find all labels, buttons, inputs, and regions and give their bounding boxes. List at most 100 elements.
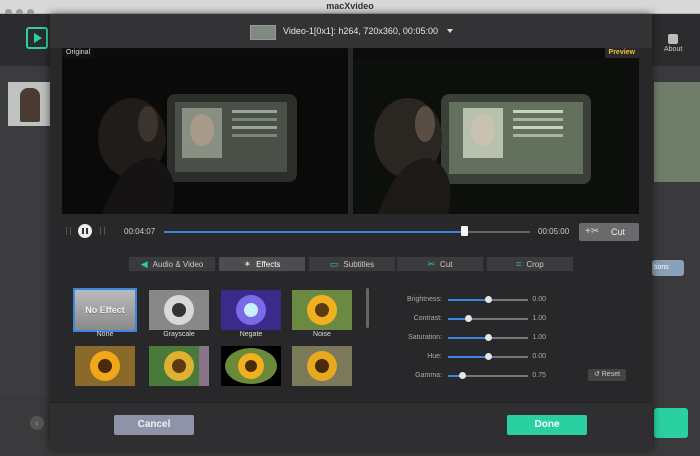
preview-video-frame bbox=[353, 58, 639, 214]
about-button[interactable]: About bbox=[664, 34, 682, 53]
tab-audio-video[interactable]: ◀ Audio & Video bbox=[128, 256, 216, 272]
end-time: 00:05:00 bbox=[538, 227, 570, 236]
slider-handle[interactable] bbox=[485, 353, 492, 360]
contrast-slider[interactable] bbox=[448, 315, 528, 322]
slider-fill bbox=[448, 299, 488, 301]
tab-label: Audio & Video bbox=[152, 260, 204, 269]
slider-handle[interactable] bbox=[485, 334, 492, 341]
original-preview: Original bbox=[62, 48, 348, 214]
saturation-row: Saturation: 1.00 bbox=[380, 332, 640, 344]
brightness-row: Brightness: 0.00 bbox=[380, 294, 640, 306]
effect-none[interactable]: No Effect None bbox=[73, 288, 137, 338]
reset-label: Reset bbox=[601, 371, 621, 378]
back-arrow-icon[interactable]: ‹ bbox=[30, 416, 44, 430]
edit-dialog: Video-1[0x1]: h264, 720x360, 00:05:00 Or… bbox=[50, 14, 652, 451]
app-logo-icon bbox=[26, 27, 48, 49]
saturation-slider[interactable] bbox=[448, 334, 528, 341]
cut-button-label: Cut bbox=[611, 227, 626, 237]
frame-tick bbox=[70, 227, 71, 235]
done-button[interactable]: Done bbox=[507, 415, 587, 435]
cancel-button[interactable]: Cancel bbox=[114, 415, 194, 435]
effect-grayscale[interactable]: Grayscale bbox=[149, 290, 209, 338]
sunflower-thumbnail bbox=[292, 346, 352, 386]
slider-handle[interactable] bbox=[485, 296, 492, 303]
effect-negate[interactable]: Negate bbox=[221, 290, 281, 338]
effect-noise[interactable]: Noise bbox=[292, 290, 352, 338]
effect-label: Noise bbox=[313, 331, 331, 338]
effect-thumbnail[interactable] bbox=[149, 346, 209, 386]
negate-thumbnail bbox=[221, 290, 281, 330]
gamma-value: 0.75 bbox=[532, 372, 546, 379]
reset-icon: ↺ bbox=[593, 371, 602, 378]
effect-thumbnail[interactable] bbox=[221, 346, 281, 386]
tab-crop[interactable]: ⌗ Crop bbox=[486, 256, 574, 272]
scissors-icon: ✂ bbox=[427, 259, 436, 269]
slider-fill bbox=[448, 356, 488, 358]
seek-slider[interactable] bbox=[164, 226, 530, 236]
subtitle-icon: ▭ bbox=[329, 259, 339, 269]
window-titlebar: macXvideo bbox=[0, 0, 700, 16]
brightness-slider[interactable] bbox=[448, 296, 528, 303]
processed-preview: Preview bbox=[353, 48, 639, 214]
original-label: Original bbox=[62, 48, 95, 58]
tab-subtitles[interactable]: ▭ Subtitles bbox=[308, 256, 396, 272]
video-selector[interactable]: Video-1[0x1]: h264, 720x360, 00:05:00 bbox=[50, 14, 652, 48]
effects-scrollbar[interactable] bbox=[366, 288, 369, 328]
chevron-down-icon[interactable] bbox=[447, 29, 453, 33]
video-title: Video-1[0x1]: h264, 720x360, 00:05:00 bbox=[283, 26, 438, 36]
crop-icon: ⌗ bbox=[516, 259, 522, 269]
seek-progress bbox=[164, 231, 465, 233]
frame-tick bbox=[66, 227, 67, 235]
cut-button[interactable]: +✂ Cut bbox=[579, 223, 639, 241]
contrast-value: 1.00 bbox=[532, 315, 546, 322]
sunflower-thumbnail bbox=[149, 346, 209, 386]
original-video-frame bbox=[62, 58, 348, 214]
gamma-slider[interactable] bbox=[448, 372, 528, 379]
brightness-value: 0.00 bbox=[532, 296, 546, 303]
background-options-button[interactable]: tions bbox=[652, 260, 684, 276]
tab-label: Crop bbox=[526, 260, 544, 269]
noise-thumbnail bbox=[292, 290, 352, 330]
tab-label: Subtitles bbox=[343, 260, 375, 269]
scissors-icon: +✂ bbox=[585, 226, 600, 237]
background-run-button[interactable] bbox=[654, 408, 688, 438]
effect-thumbnail[interactable] bbox=[292, 346, 352, 386]
background-video-thumbnail[interactable] bbox=[8, 82, 50, 126]
speaker-icon: ◀ bbox=[140, 259, 148, 269]
grayscale-thumbnail bbox=[149, 290, 209, 330]
playhead-handle[interactable] bbox=[461, 226, 469, 236]
video-thumbnail bbox=[250, 25, 276, 40]
about-label: About bbox=[664, 46, 683, 53]
background-preview-thumbnail bbox=[654, 82, 700, 182]
effect-label: None bbox=[96, 331, 114, 338]
hue-slider[interactable] bbox=[448, 353, 528, 360]
tab-cut[interactable]: ✂ Cut bbox=[396, 256, 484, 272]
effects-grid: No Effect None Grayscale Negate Noise bbox=[62, 276, 365, 398]
tab-label: Effects bbox=[256, 260, 281, 269]
effect-thumbnail[interactable] bbox=[75, 346, 135, 386]
saturation-label: Saturation: bbox=[408, 334, 442, 341]
slider-fill bbox=[448, 337, 488, 339]
reset-button[interactable]: ↺ Reset bbox=[588, 369, 626, 381]
hue-label: Hue: bbox=[427, 353, 442, 360]
frame-tick bbox=[104, 227, 105, 235]
effect-label: Grayscale bbox=[163, 331, 195, 338]
no-effect-thumbnail: No Effect bbox=[73, 288, 137, 332]
slider-handle[interactable] bbox=[459, 372, 467, 379]
info-icon bbox=[668, 34, 679, 44]
pause-button[interactable] bbox=[78, 224, 92, 238]
frame-tick bbox=[100, 227, 101, 235]
preview-label: Preview bbox=[604, 48, 639, 58]
edit-tabs: ◀ Audio & Video ✶ Effects ▭ Subtitles ✂ Cut … bbox=[128, 256, 574, 272]
slider-handle[interactable] bbox=[465, 315, 472, 322]
current-time: 00:04:07 bbox=[124, 227, 156, 236]
tab-effects[interactable]: ✶ Effects bbox=[218, 256, 306, 272]
hue-row: Hue: 0.00 bbox=[380, 351, 640, 363]
sunflower-thumbnail bbox=[75, 346, 135, 386]
tab-label: Cut bbox=[440, 260, 453, 269]
gamma-label: Gamma: bbox=[415, 372, 442, 379]
dialog-footer: Cancel Done bbox=[50, 402, 652, 451]
contrast-row: Contrast: 1.00 bbox=[380, 313, 640, 325]
saturation-value: 1.00 bbox=[532, 334, 546, 341]
contrast-label: Contrast: bbox=[413, 315, 442, 322]
